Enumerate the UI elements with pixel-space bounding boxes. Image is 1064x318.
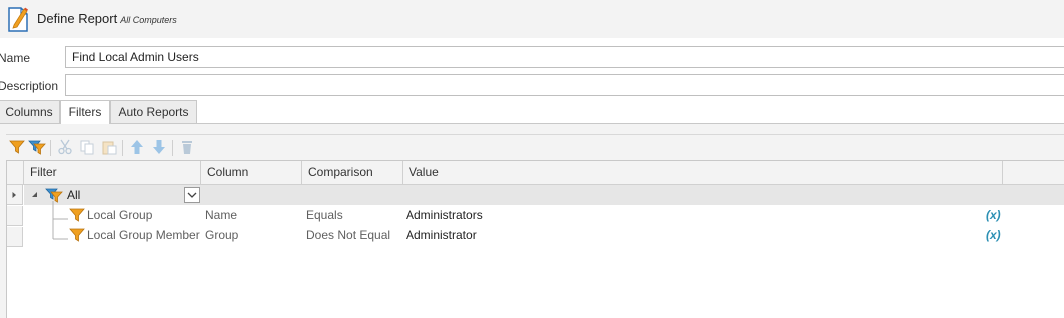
cut-icon xyxy=(58,139,72,155)
row-header[interactable] xyxy=(7,206,23,226)
paste-icon xyxy=(102,141,117,155)
cut-button[interactable] xyxy=(56,138,74,156)
report-header: Define Report All Computers xyxy=(0,0,1064,38)
add-filter-group-button[interactable] xyxy=(28,138,46,156)
variable-button[interactable]: (x) xyxy=(986,208,1001,222)
panel-divider xyxy=(6,134,1064,135)
row-header-group[interactable] xyxy=(7,185,23,205)
filter-grid: Filter Column Comparison Value All Local… xyxy=(6,160,1064,318)
filter-row[interactable]: Local Group Member Group Does Not Equal … xyxy=(24,225,1064,245)
delete-button[interactable] xyxy=(178,138,196,156)
grid-corner xyxy=(7,161,24,184)
toolbar-separator xyxy=(172,140,173,156)
variable-button[interactable]: (x) xyxy=(986,228,1001,242)
filter-group-row[interactable]: All xyxy=(24,185,1064,205)
chevron-down-icon xyxy=(187,192,197,198)
value-cell[interactable]: Administrators xyxy=(406,205,483,225)
move-up-button[interactable] xyxy=(128,138,146,156)
page-subtitle: All Computers xyxy=(120,15,177,25)
filter-icon xyxy=(69,228,85,242)
move-down-button[interactable] xyxy=(150,138,168,156)
filter-name-cell: Local Group Member xyxy=(87,228,200,242)
column-header-column[interactable]: Column xyxy=(201,161,302,184)
group-operator-dropdown[interactable] xyxy=(184,187,200,203)
page-title-text: Define Report xyxy=(37,11,118,26)
comparison-cell: Equals xyxy=(306,208,343,222)
tab-filters[interactable]: Filters xyxy=(60,100,110,125)
column-header-filter[interactable]: Filter xyxy=(24,161,201,184)
name-label: Name xyxy=(0,51,31,65)
filter-name-cell: Local Group xyxy=(87,208,153,222)
column-header-value[interactable]: Value xyxy=(403,161,1003,184)
copy-icon xyxy=(80,140,94,155)
paste-button[interactable] xyxy=(100,138,118,156)
add-filter-icon xyxy=(9,140,25,154)
delete-icon xyxy=(182,141,192,154)
report-edit-icon xyxy=(8,7,28,32)
comparison-cell: Does Not Equal xyxy=(306,228,391,242)
name-field[interactable]: Find Local Admin Users xyxy=(65,46,1064,68)
tab-auto-reports[interactable]: Auto Reports xyxy=(110,100,197,124)
filter-toolbar xyxy=(6,138,206,158)
description-label: Description xyxy=(0,79,59,93)
move-up-icon xyxy=(131,140,143,154)
page-title: Define Report All Computers xyxy=(37,11,177,26)
tab-columns[interactable]: Columns xyxy=(0,100,60,124)
column-cell: Group xyxy=(205,228,239,242)
grid-header: Filter Column Comparison Value xyxy=(7,161,1064,185)
move-down-icon xyxy=(153,140,165,154)
current-row-indicator-icon xyxy=(12,192,16,198)
description-field[interactable] xyxy=(65,74,1064,96)
column-header-comparison[interactable]: Comparison xyxy=(302,161,403,184)
toolbar-separator xyxy=(50,140,51,156)
toolbar-separator xyxy=(122,140,123,156)
copy-button[interactable] xyxy=(78,138,96,156)
value-cell[interactable]: Administrator xyxy=(406,225,477,245)
filter-row[interactable]: Local Group Name Equals Administrators (… xyxy=(24,205,1064,225)
add-filter-group-icon xyxy=(28,140,46,155)
row-header[interactable] xyxy=(7,227,23,247)
column-cell: Name xyxy=(205,208,238,222)
tab-bar: Columns Filters Auto Reports xyxy=(0,100,1064,125)
filter-icon xyxy=(69,208,85,222)
add-filter-button[interactable] xyxy=(8,138,26,156)
